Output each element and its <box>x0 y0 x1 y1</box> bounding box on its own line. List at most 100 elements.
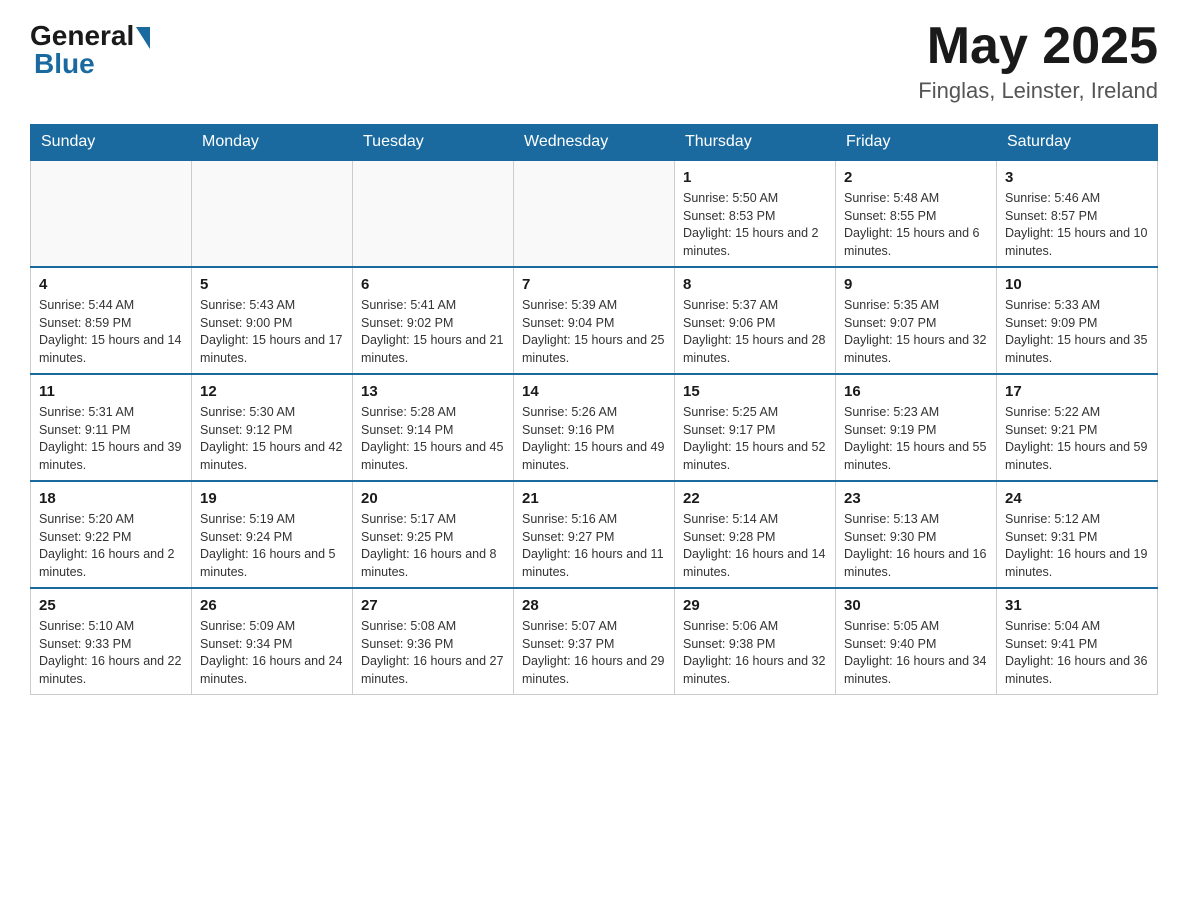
logo-arrow-icon <box>136 27 150 49</box>
day-info: Sunrise: 5:07 AM Sunset: 9:37 PM Dayligh… <box>522 618 666 688</box>
calendar-cell <box>353 160 514 267</box>
day-info: Sunrise: 5:17 AM Sunset: 9:25 PM Dayligh… <box>361 511 505 581</box>
day-info: Sunrise: 5:30 AM Sunset: 9:12 PM Dayligh… <box>200 404 344 474</box>
calendar-cell: 1Sunrise: 5:50 AM Sunset: 8:53 PM Daylig… <box>675 160 836 267</box>
calendar-cell <box>192 160 353 267</box>
day-info: Sunrise: 5:48 AM Sunset: 8:55 PM Dayligh… <box>844 190 988 260</box>
calendar-cell: 6Sunrise: 5:41 AM Sunset: 9:02 PM Daylig… <box>353 267 514 374</box>
calendar-cell: 26Sunrise: 5:09 AM Sunset: 9:34 PM Dayli… <box>192 588 353 695</box>
day-number: 31 <box>1005 595 1149 616</box>
calendar-cell: 19Sunrise: 5:19 AM Sunset: 9:24 PM Dayli… <box>192 481 353 588</box>
day-number: 20 <box>361 488 505 509</box>
day-number: 7 <box>522 274 666 295</box>
day-info: Sunrise: 5:50 AM Sunset: 8:53 PM Dayligh… <box>683 190 827 260</box>
weekday-header-saturday: Saturday <box>997 125 1158 161</box>
calendar-cell: 2Sunrise: 5:48 AM Sunset: 8:55 PM Daylig… <box>836 160 997 267</box>
calendar-cell: 8Sunrise: 5:37 AM Sunset: 9:06 PM Daylig… <box>675 267 836 374</box>
day-info: Sunrise: 5:20 AM Sunset: 9:22 PM Dayligh… <box>39 511 183 581</box>
calendar-cell: 18Sunrise: 5:20 AM Sunset: 9:22 PM Dayli… <box>31 481 192 588</box>
day-info: Sunrise: 5:46 AM Sunset: 8:57 PM Dayligh… <box>1005 190 1149 260</box>
calendar-cell: 22Sunrise: 5:14 AM Sunset: 9:28 PM Dayli… <box>675 481 836 588</box>
week-row-1: 1Sunrise: 5:50 AM Sunset: 8:53 PM Daylig… <box>31 160 1158 267</box>
day-number: 18 <box>39 488 183 509</box>
calendar-cell: 30Sunrise: 5:05 AM Sunset: 9:40 PM Dayli… <box>836 588 997 695</box>
day-info: Sunrise: 5:06 AM Sunset: 9:38 PM Dayligh… <box>683 618 827 688</box>
day-number: 14 <box>522 381 666 402</box>
weekday-header-thursday: Thursday <box>675 125 836 161</box>
day-info: Sunrise: 5:26 AM Sunset: 9:16 PM Dayligh… <box>522 404 666 474</box>
week-row-5: 25Sunrise: 5:10 AM Sunset: 9:33 PM Dayli… <box>31 588 1158 695</box>
day-number: 16 <box>844 381 988 402</box>
day-number: 9 <box>844 274 988 295</box>
calendar-cell: 14Sunrise: 5:26 AM Sunset: 9:16 PM Dayli… <box>514 374 675 481</box>
calendar-cell: 31Sunrise: 5:04 AM Sunset: 9:41 PM Dayli… <box>997 588 1158 695</box>
header: General Blue May 2025 Finglas, Leinster,… <box>30 20 1158 104</box>
calendar-cell: 25Sunrise: 5:10 AM Sunset: 9:33 PM Dayli… <box>31 588 192 695</box>
week-row-2: 4Sunrise: 5:44 AM Sunset: 8:59 PM Daylig… <box>31 267 1158 374</box>
day-number: 13 <box>361 381 505 402</box>
day-info: Sunrise: 5:39 AM Sunset: 9:04 PM Dayligh… <box>522 297 666 367</box>
day-info: Sunrise: 5:44 AM Sunset: 8:59 PM Dayligh… <box>39 297 183 367</box>
day-info: Sunrise: 5:23 AM Sunset: 9:19 PM Dayligh… <box>844 404 988 474</box>
day-number: 2 <box>844 167 988 188</box>
calendar-header-row: SundayMondayTuesdayWednesdayThursdayFrid… <box>31 125 1158 161</box>
day-info: Sunrise: 5:31 AM Sunset: 9:11 PM Dayligh… <box>39 404 183 474</box>
day-info: Sunrise: 5:16 AM Sunset: 9:27 PM Dayligh… <box>522 511 666 581</box>
title-area: May 2025 Finglas, Leinster, Ireland <box>918 20 1158 104</box>
day-number: 12 <box>200 381 344 402</box>
calendar-cell: 12Sunrise: 5:30 AM Sunset: 9:12 PM Dayli… <box>192 374 353 481</box>
calendar-cell: 21Sunrise: 5:16 AM Sunset: 9:27 PM Dayli… <box>514 481 675 588</box>
month-year-title: May 2025 <box>918 20 1158 72</box>
day-number: 11 <box>39 381 183 402</box>
day-number: 10 <box>1005 274 1149 295</box>
calendar-cell: 5Sunrise: 5:43 AM Sunset: 9:00 PM Daylig… <box>192 267 353 374</box>
day-number: 4 <box>39 274 183 295</box>
logo: General Blue <box>30 20 150 80</box>
calendar-cell <box>514 160 675 267</box>
calendar-cell: 23Sunrise: 5:13 AM Sunset: 9:30 PM Dayli… <box>836 481 997 588</box>
calendar-cell: 28Sunrise: 5:07 AM Sunset: 9:37 PM Dayli… <box>514 588 675 695</box>
day-number: 3 <box>1005 167 1149 188</box>
weekday-header-monday: Monday <box>192 125 353 161</box>
day-number: 24 <box>1005 488 1149 509</box>
day-number: 29 <box>683 595 827 616</box>
day-info: Sunrise: 5:25 AM Sunset: 9:17 PM Dayligh… <box>683 404 827 474</box>
day-info: Sunrise: 5:13 AM Sunset: 9:30 PM Dayligh… <box>844 511 988 581</box>
day-info: Sunrise: 5:04 AM Sunset: 9:41 PM Dayligh… <box>1005 618 1149 688</box>
calendar-cell: 10Sunrise: 5:33 AM Sunset: 9:09 PM Dayli… <box>997 267 1158 374</box>
calendar-table: SundayMondayTuesdayWednesdayThursdayFrid… <box>30 124 1158 695</box>
calendar-cell: 7Sunrise: 5:39 AM Sunset: 9:04 PM Daylig… <box>514 267 675 374</box>
day-number: 27 <box>361 595 505 616</box>
calendar-cell: 29Sunrise: 5:06 AM Sunset: 9:38 PM Dayli… <box>675 588 836 695</box>
calendar-cell: 27Sunrise: 5:08 AM Sunset: 9:36 PM Dayli… <box>353 588 514 695</box>
weekday-header-wednesday: Wednesday <box>514 125 675 161</box>
day-info: Sunrise: 5:14 AM Sunset: 9:28 PM Dayligh… <box>683 511 827 581</box>
day-info: Sunrise: 5:05 AM Sunset: 9:40 PM Dayligh… <box>844 618 988 688</box>
day-number: 19 <box>200 488 344 509</box>
weekday-header-friday: Friday <box>836 125 997 161</box>
day-info: Sunrise: 5:35 AM Sunset: 9:07 PM Dayligh… <box>844 297 988 367</box>
calendar-cell: 3Sunrise: 5:46 AM Sunset: 8:57 PM Daylig… <box>997 160 1158 267</box>
day-info: Sunrise: 5:12 AM Sunset: 9:31 PM Dayligh… <box>1005 511 1149 581</box>
day-info: Sunrise: 5:37 AM Sunset: 9:06 PM Dayligh… <box>683 297 827 367</box>
day-number: 17 <box>1005 381 1149 402</box>
weekday-header-tuesday: Tuesday <box>353 125 514 161</box>
day-number: 30 <box>844 595 988 616</box>
calendar-cell: 20Sunrise: 5:17 AM Sunset: 9:25 PM Dayli… <box>353 481 514 588</box>
day-number: 23 <box>844 488 988 509</box>
day-info: Sunrise: 5:33 AM Sunset: 9:09 PM Dayligh… <box>1005 297 1149 367</box>
calendar-cell: 13Sunrise: 5:28 AM Sunset: 9:14 PM Dayli… <box>353 374 514 481</box>
weekday-header-sunday: Sunday <box>31 125 192 161</box>
day-info: Sunrise: 5:09 AM Sunset: 9:34 PM Dayligh… <box>200 618 344 688</box>
calendar-cell <box>31 160 192 267</box>
day-number: 6 <box>361 274 505 295</box>
calendar-cell: 11Sunrise: 5:31 AM Sunset: 9:11 PM Dayli… <box>31 374 192 481</box>
day-info: Sunrise: 5:41 AM Sunset: 9:02 PM Dayligh… <box>361 297 505 367</box>
logo-blue-text: Blue <box>30 48 95 80</box>
calendar-cell: 15Sunrise: 5:25 AM Sunset: 9:17 PM Dayli… <box>675 374 836 481</box>
day-info: Sunrise: 5:10 AM Sunset: 9:33 PM Dayligh… <box>39 618 183 688</box>
day-number: 28 <box>522 595 666 616</box>
calendar-cell: 16Sunrise: 5:23 AM Sunset: 9:19 PM Dayli… <box>836 374 997 481</box>
day-number: 22 <box>683 488 827 509</box>
day-number: 1 <box>683 167 827 188</box>
